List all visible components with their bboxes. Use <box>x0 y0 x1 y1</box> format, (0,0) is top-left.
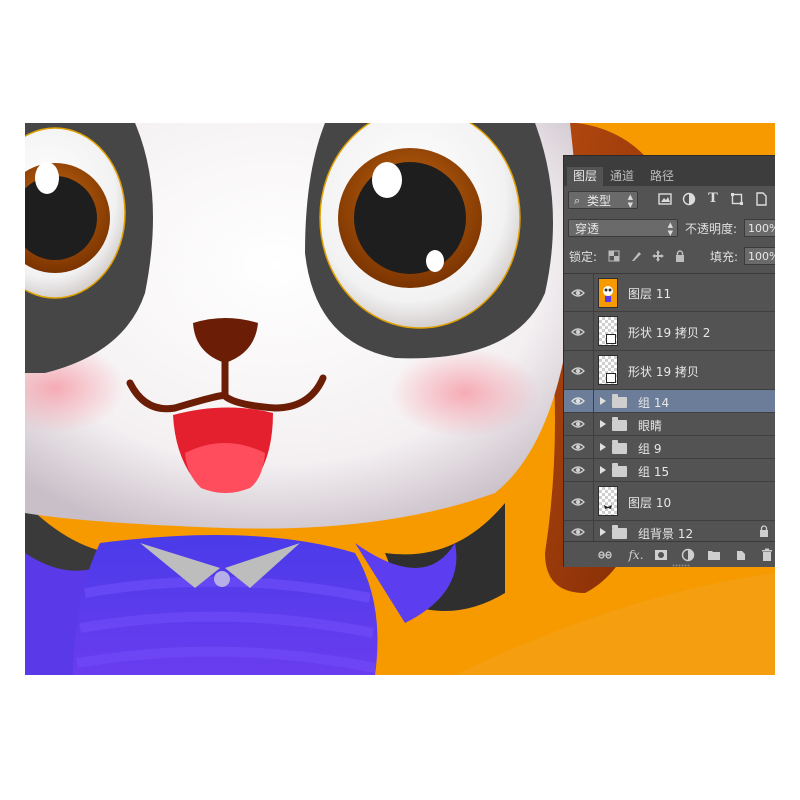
layer-name: 组背景 12 <box>638 527 694 541</box>
blend-opacity-row: 穿透 ▲▼ 不透明度: 100% <box>564 216 775 240</box>
lock-label: 锁定: <box>569 250 598 264</box>
eye-visibility-icon[interactable] <box>571 496 585 508</box>
layer-name: 图层 10 <box>628 496 672 510</box>
layer-row[interactable]: 形状 19 拷贝 2 <box>564 312 775 351</box>
filter-kind-label: 类型 <box>587 194 612 208</box>
layer-thumbnail <box>598 355 618 385</box>
divider <box>593 413 594 435</box>
divider <box>593 390 594 412</box>
expand-triangle-icon[interactable] <box>600 443 606 451</box>
delete-layer-icon[interactable] <box>760 548 774 562</box>
layer-group-row[interactable]: 组 9 <box>564 436 775 459</box>
adjustment-layer-icon[interactable] <box>681 548 695 562</box>
new-group-icon[interactable] <box>707 548 721 562</box>
fill-label: 填充: <box>710 250 739 264</box>
opacity-label: 不透明度: <box>685 222 738 236</box>
panda-thumbnail-icon <box>603 286 613 302</box>
divider <box>593 436 594 458</box>
fx-icon[interactable]: fx. <box>626 548 646 562</box>
panel-bottom-toolbar: fx. <box>564 541 775 567</box>
layer-row[interactable]: 图层 10 <box>564 482 775 521</box>
layer-group-row[interactable]: 组 14 <box>564 390 775 413</box>
layer-thumbnail <box>598 316 618 346</box>
folder-icon <box>612 417 627 431</box>
folder-icon <box>612 463 627 477</box>
folder-icon <box>612 440 627 454</box>
divider <box>593 274 594 311</box>
layer-group-row[interactable]: 组 15 <box>564 459 775 482</box>
eye-visibility-icon[interactable] <box>571 418 585 430</box>
expand-triangle-icon[interactable] <box>600 397 606 405</box>
layers-panel: 图层 通道 路径 ⌕ 类型 ▲▼ T 穿透 ▲▼ 不透明度: 100% 锁定: <box>563 155 775 567</box>
layer-name: 组 14 <box>638 396 670 410</box>
eye-visibility-icon[interactable] <box>571 526 585 538</box>
lock-transparent-icon[interactable] <box>608 250 620 262</box>
lock-position-icon[interactable] <box>652 250 664 262</box>
divider <box>593 312 594 350</box>
eye-visibility-icon[interactable] <box>571 464 585 476</box>
adjustment-filter-icon[interactable] <box>682 192 696 206</box>
vector-mask-icon <box>606 334 616 344</box>
layer-thumbnail <box>598 486 618 516</box>
tab-channels[interactable]: 通道 <box>604 167 640 186</box>
expand-triangle-icon[interactable] <box>600 420 606 428</box>
fill-field[interactable]: 100% <box>744 247 775 265</box>
opacity-field[interactable]: 100% <box>744 219 775 237</box>
expand-triangle-icon[interactable] <box>600 528 606 536</box>
layer-list: 图层 11 形状 19 拷贝 2 形状 19 拷贝 组 14 眼睛 组 9 组 … <box>564 273 775 544</box>
layer-group-row[interactable]: 眼睛 <box>564 413 775 436</box>
resize-grip[interactable] <box>672 564 690 567</box>
image-filter-icon[interactable] <box>658 192 672 206</box>
tab-layers[interactable]: 图层 <box>567 167 603 186</box>
layer-thumbnail <box>598 278 618 308</box>
layer-lock-icon <box>759 525 769 540</box>
vector-mask-icon <box>606 373 616 383</box>
layer-row[interactable]: 形状 19 拷贝 <box>564 351 775 390</box>
folder-icon <box>612 394 627 408</box>
eye-visibility-icon[interactable] <box>571 395 585 407</box>
layer-row[interactable]: 图层 11 <box>564 274 775 312</box>
add-mask-icon[interactable] <box>654 548 668 562</box>
link-layers-icon[interactable] <box>598 548 612 562</box>
divider <box>593 459 594 481</box>
expand-triangle-icon[interactable] <box>600 466 606 474</box>
chevron-up-down-icon: ▲ ▼ <box>627 193 633 209</box>
new-layer-icon[interactable] <box>734 548 748 562</box>
tab-paths[interactable]: 路径 <box>644 167 680 186</box>
chevron-up-down-icon: ▲ ▼ <box>667 221 673 237</box>
smart-object-filter-icon[interactable] <box>754 192 768 206</box>
divider <box>593 351 594 389</box>
layer-name: 图层 11 <box>628 287 672 301</box>
blend-mode-value: 穿透 <box>575 222 600 236</box>
eye-visibility-icon[interactable] <box>571 441 585 453</box>
shape-filter-icon[interactable] <box>730 192 744 206</box>
divider <box>593 482 594 520</box>
eye-visibility-icon[interactable] <box>571 287 585 299</box>
blend-mode-select[interactable]: 穿透 ▲ ▼ <box>568 219 678 237</box>
layer-name: 形状 19 拷贝 <box>628 365 699 379</box>
layer-name: 眼睛 <box>638 419 663 433</box>
eye-visibility-icon[interactable] <box>571 326 585 338</box>
lock-pixels-icon[interactable] <box>630 250 642 262</box>
search-icon: ⌕ <box>574 194 581 207</box>
layer-name: 组 9 <box>638 442 662 456</box>
layer-name: 组 15 <box>638 465 670 479</box>
eye-visibility-icon[interactable] <box>571 365 585 377</box>
lock-all-icon[interactable] <box>674 250 686 262</box>
type-filter-icon[interactable]: T <box>706 192 720 206</box>
filter-kind-select[interactable]: ⌕ 类型 ▲ ▼ <box>568 191 638 209</box>
panel-tab-bar: 图层 通道 路径 <box>564 156 775 186</box>
layer-name: 形状 19 拷贝 2 <box>628 326 711 340</box>
bowtie-thumbnail-icon <box>604 505 612 509</box>
folder-icon <box>612 525 627 539</box>
